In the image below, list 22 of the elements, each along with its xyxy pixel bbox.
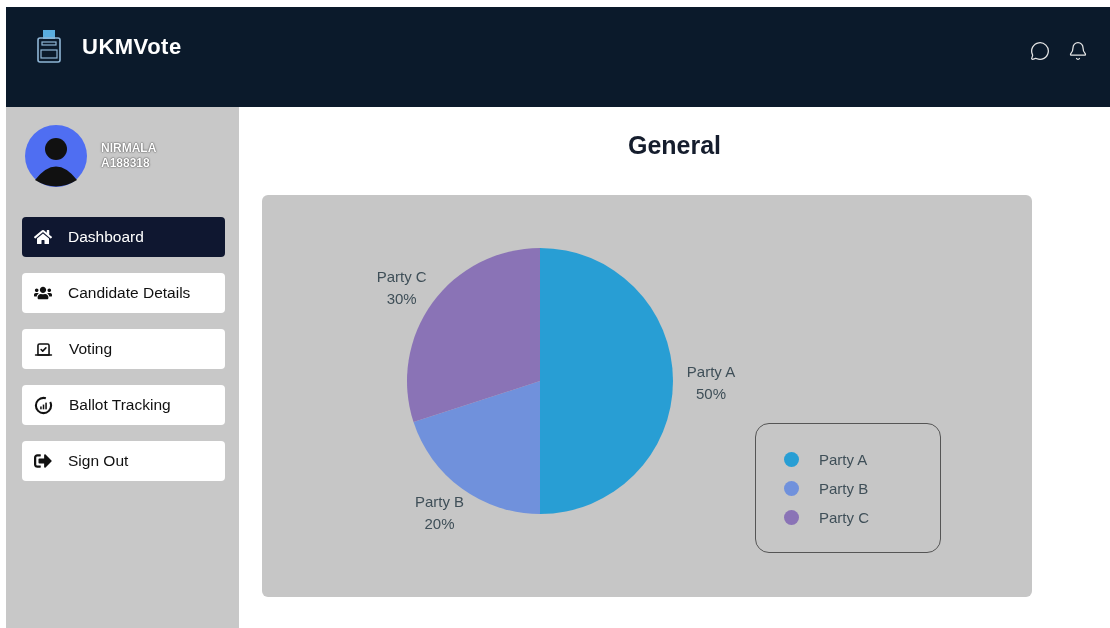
slice-label: Party A 50%	[686, 363, 736, 402]
app-title: UKMVote	[82, 34, 182, 60]
sign-out-icon	[34, 452, 52, 470]
slice-label: Party C 30%	[376, 268, 427, 308]
slice-label: Party B 20%	[414, 493, 465, 533]
avatar	[25, 125, 87, 187]
sidebar-item[interactable]: Candidate Details	[22, 273, 225, 313]
ballot-box-icon	[36, 29, 62, 65]
sidebar-item[interactable]: Sign Out	[22, 441, 225, 481]
sidebar-item[interactable]: Dashboard	[22, 217, 225, 257]
user-name: NIRMALA	[101, 141, 157, 156]
chat-icon[interactable]	[1030, 41, 1050, 61]
legend-label: Party C	[819, 508, 869, 526]
home-icon	[34, 228, 52, 246]
sidebar-item[interactable]: Ballot Tracking	[22, 385, 225, 425]
legend-label: Party B	[819, 479, 869, 497]
people-icon	[34, 284, 52, 302]
notification-bell-icon[interactable]	[1068, 41, 1088, 61]
legend-label: Party A	[819, 450, 868, 468]
page-title: General	[627, 131, 722, 160]
gauge-icon	[34, 395, 53, 415]
sidebar-item[interactable]: Voting	[22, 329, 225, 369]
